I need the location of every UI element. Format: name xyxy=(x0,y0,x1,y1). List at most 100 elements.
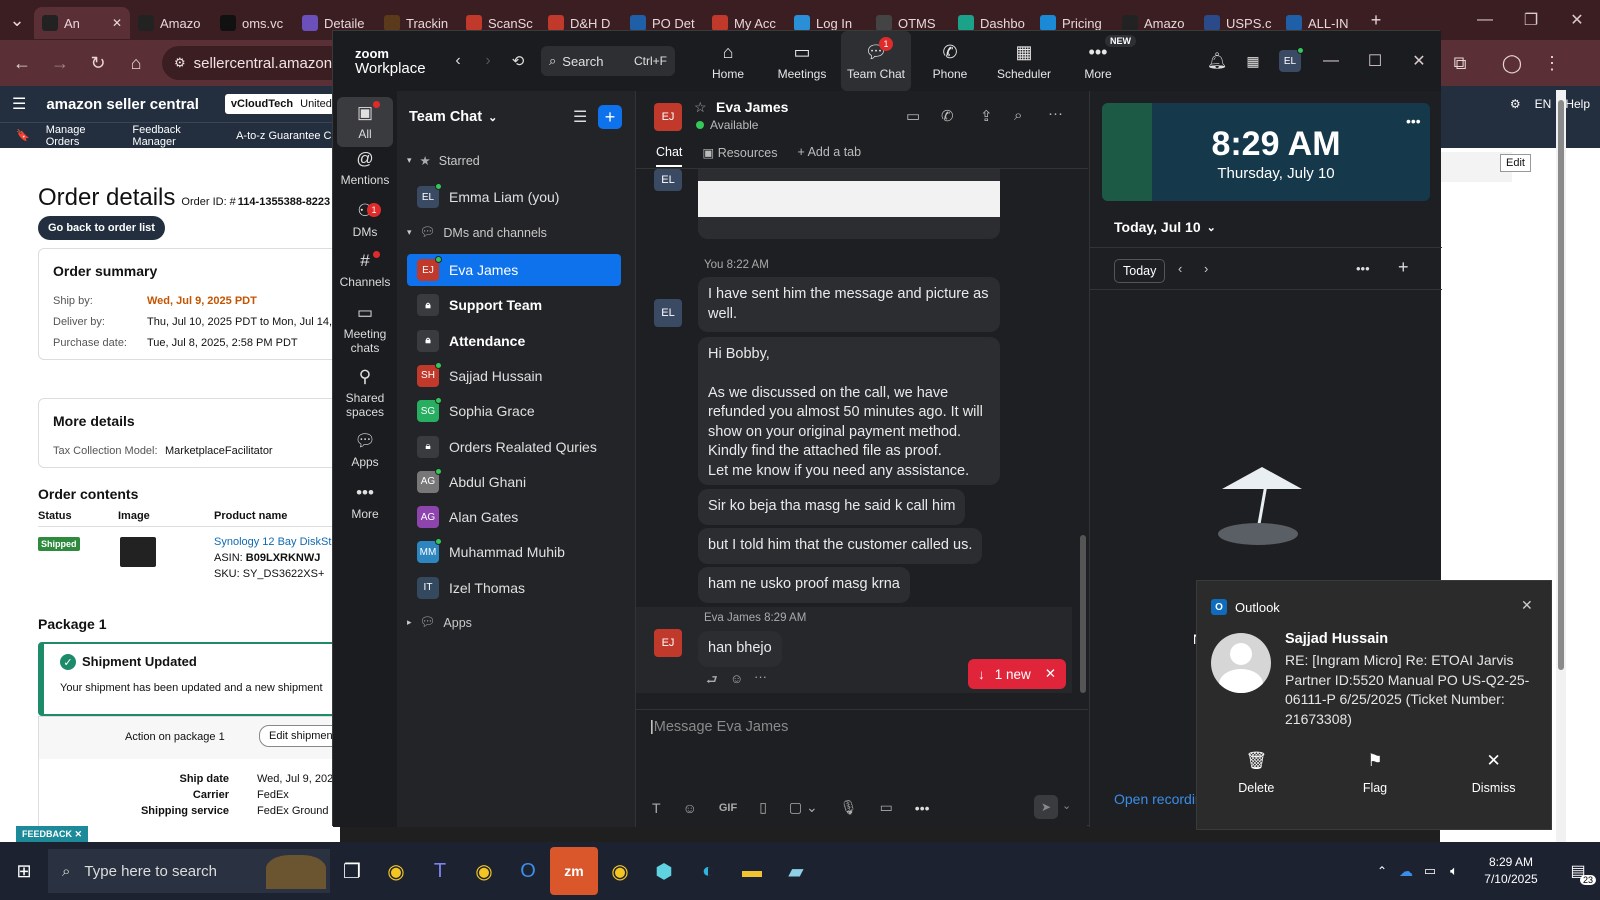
star-outline-icon[interactable]: ☆ xyxy=(694,99,707,116)
sidebar-item-eva-james[interactable]: EJ Eva James xyxy=(407,254,621,286)
nav-atoz-claims[interactable]: A-to-z Guarantee Cla xyxy=(236,130,340,142)
zoom-tab-team-chat[interactable]: 💬︎ Team Chat 1 xyxy=(841,31,911,91)
nav-feedback-manager[interactable]: Feedback Manager xyxy=(132,124,220,148)
message-bubble[interactable]: but I told him that the customer called … xyxy=(698,528,983,564)
volume-icon[interactable]: 🔈︎ xyxy=(1442,863,1466,879)
tab-search-icon[interactable]: ⌄ xyxy=(0,10,34,31)
delete-action[interactable]: 🗑︎ Delete xyxy=(1211,751,1301,795)
sidebar-item-sophia-grace[interactable]: SG Sophia Grace xyxy=(407,395,621,427)
next-day-icon[interactable]: › xyxy=(1204,261,1208,276)
app-notes-icon[interactable]: ▰ xyxy=(774,849,818,893)
video-call-icon[interactable]: ▭ xyxy=(906,107,920,125)
rail-more[interactable]: ••• More xyxy=(337,483,393,521)
new-chat-plus-icon[interactable]: + xyxy=(598,105,622,129)
history-icon[interactable]: ⟲ xyxy=(503,52,533,70)
teams-icon[interactable]: T xyxy=(418,849,462,893)
message-bubble[interactable]: han bhejo xyxy=(698,631,782,667)
text-format-icon[interactable]: T xyxy=(652,800,661,816)
file-explorer-icon[interactable]: ▬ xyxy=(730,849,774,893)
clock[interactable]: 8:29 AM 7/10/2025 xyxy=(1466,854,1556,888)
edge-icon[interactable]: ◐ xyxy=(686,849,730,893)
message-bubble[interactable]: Hi Bobby, As we discussed on the call, w… xyxy=(698,337,1000,485)
share-screen-icon[interactable]: ⇪ xyxy=(980,107,993,125)
composer-more-icon[interactable]: ••• xyxy=(915,800,930,816)
prev-day-icon[interactable]: ‹ xyxy=(1178,261,1182,276)
reload-icon[interactable]: ↻ xyxy=(86,53,110,74)
rail-channels[interactable]: # Channels xyxy=(337,251,393,289)
product-link[interactable]: Synology 12 Bay DiskSt xyxy=(214,536,331,548)
back-icon[interactable]: ← xyxy=(10,53,34,74)
close-pill-icon[interactable]: ✕ xyxy=(1045,666,1056,682)
rail-mentions[interactable]: @ Mentions xyxy=(337,149,393,187)
browser-tab[interactable]: Amazo xyxy=(130,7,212,39)
zoom-taskbar-icon[interactable]: zm xyxy=(550,847,598,895)
page-scrollbar[interactable] xyxy=(1556,90,1566,842)
sidebar-item-self[interactable]: EL Emma Liam (you) xyxy=(407,181,621,213)
back-to-orders-button[interactable]: Go back to order list xyxy=(38,216,165,240)
task-view-icon[interactable]: ❐ xyxy=(330,849,374,893)
message-bubble[interactable]: ham ne usko proof masg krna xyxy=(698,567,910,603)
reply-icon[interactable]: ⮐ xyxy=(706,671,718,693)
rail-dms[interactable]: ⚇ DMs 1 xyxy=(337,201,393,239)
message-input[interactable]: |Message Eva James xyxy=(650,719,788,735)
sidebar-item-orders-realated-quries[interactable]: 🔒︎ Orders Realated Quries xyxy=(407,431,621,463)
browser-tab[interactable]: An ✕ xyxy=(34,7,130,39)
browser-tab[interactable]: oms.vc xyxy=(212,7,294,39)
amazon-logo[interactable]: amazon seller central xyxy=(46,96,199,113)
zoom-tab-scheduler[interactable]: ▦ Scheduler xyxy=(989,31,1059,91)
emoji-react-icon[interactable]: ☺ xyxy=(730,671,743,686)
menu-icon[interactable]: ⋮ xyxy=(1540,53,1564,74)
onedrive-icon[interactable]: ☁ xyxy=(1394,863,1418,880)
network-icon[interactable]: ▭ xyxy=(1418,863,1442,879)
help-link[interactable]: Help xyxy=(1565,97,1590,111)
dismiss-action[interactable]: ✕ Dismiss xyxy=(1449,751,1539,795)
zoom-search[interactable]: ⌕ Search Ctrl+F xyxy=(541,46,675,76)
sidebar-item-support-team[interactable]: 🔒︎ Support Team xyxy=(407,289,621,321)
message-bubble[interactable]: Sir ko beja tha masg he said k call him xyxy=(698,489,966,525)
profile-icon[interactable]: ◯ xyxy=(1500,53,1524,74)
sidebar-item-izel-thomas[interactable]: IT Izel Thomas xyxy=(407,572,621,604)
phone-call-icon[interactable]: ✆ xyxy=(941,107,954,125)
nav-manage-orders[interactable]: Manage Orders xyxy=(46,124,117,148)
message-bubble[interactable]: I have sent him the message and picture … xyxy=(698,277,1000,332)
toast-close-icon[interactable]: ✕ xyxy=(1521,597,1533,614)
day-selector[interactable]: Today, Jul 10 ⌄ xyxy=(1114,219,1216,235)
today-button[interactable]: Today xyxy=(1114,259,1166,283)
chrome-alt-icon[interactable]: ◉ xyxy=(598,849,642,893)
zoom-tab-home[interactable]: ⌂ Home xyxy=(693,31,763,91)
taskbar-search[interactable]: ⌕ Type here to search xyxy=(48,849,330,893)
rail-all[interactable]: ▣ All xyxy=(337,97,393,147)
dms-section[interactable]: ▾ 💬︎ DMs and channels xyxy=(407,225,547,240)
file-icon[interactable]: ▯ xyxy=(759,799,767,816)
chat-options-icon[interactable]: ··· xyxy=(1048,105,1063,122)
forward-icon[interactable]: → xyxy=(48,53,72,74)
sidebar-item-muhammad-muhib[interactable]: MM Muhammad Muhib xyxy=(407,536,621,568)
contact-avatar[interactable]: EJ xyxy=(654,103,682,131)
microphone-icon[interactable]: 🎙︎ xyxy=(840,799,858,816)
notification-center[interactable]: ▤ 23 xyxy=(1556,849,1600,893)
sidebar-item-alan-gates[interactable]: AG Alan Gates xyxy=(407,501,621,533)
message-more-icon[interactable]: ··· xyxy=(754,669,767,684)
chrome-profile-icon[interactable]: ◉ xyxy=(462,849,506,893)
store-selector[interactable]: vCloudTech United Stat xyxy=(224,94,340,114)
sidebar-item-sajjad-hussain[interactable]: SH Sajjad Hussain xyxy=(407,360,621,392)
tab-chat[interactable]: Chat xyxy=(656,145,683,167)
team-chat-title[interactable]: Team Chat ⌄ xyxy=(409,109,497,125)
rail-shared-spaces[interactable]: ⚲ Shared spaces xyxy=(337,367,393,419)
app-hex-icon[interactable]: ⬢ xyxy=(642,849,686,893)
bookmark-icon[interactable]: 🔖 xyxy=(16,129,30,142)
attachment-screenshot[interactable] xyxy=(698,181,1000,217)
minimize-icon[interactable]: — xyxy=(1462,11,1508,29)
zoom-tab-meetings[interactable]: ▭ Meetings xyxy=(767,31,837,91)
contact-name[interactable]: Eva James xyxy=(716,99,788,115)
apps-section[interactable]: ▸ 💬︎ Apps xyxy=(407,615,472,630)
site-info-icon[interactable]: ⚙ xyxy=(174,55,186,71)
zoom-tab-more[interactable]: ••• More NEW xyxy=(1063,31,1136,91)
language-selector[interactable]: EN xyxy=(1535,97,1552,111)
home-icon[interactable]: ⌂ xyxy=(124,53,148,74)
outlook-taskbar-icon[interactable]: O xyxy=(506,849,550,893)
gift-icon[interactable]: ▦ xyxy=(1235,53,1271,70)
zoom-back-icon[interactable]: ‹ xyxy=(443,52,473,70)
sidebar-item-abdul-ghani[interactable]: AG Abdul Ghani xyxy=(407,466,621,498)
emoji-icon[interactable]: ☺ xyxy=(683,800,697,816)
